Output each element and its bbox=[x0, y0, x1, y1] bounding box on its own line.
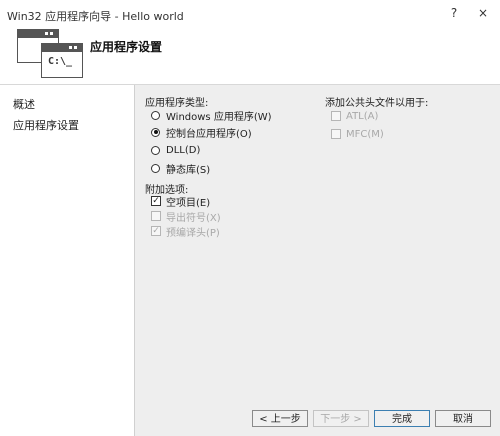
next-button[interactable]: 下一步 > bbox=[313, 410, 369, 427]
radio-circle bbox=[151, 163, 160, 173]
checkbox-export-symbols-label: 导出符号(X) bbox=[166, 212, 221, 224]
checkbox-box: ✓ bbox=[151, 196, 161, 206]
checkbox-box bbox=[331, 111, 341, 121]
radio-circle-selected bbox=[151, 127, 160, 137]
radio-dll-label: DLL(D) bbox=[166, 144, 201, 156]
radio-static-lib[interactable]: 静态库(S) bbox=[151, 161, 211, 176]
checkbox-mfc-label: MFC(M) bbox=[346, 128, 384, 140]
radio-circle bbox=[151, 110, 160, 120]
nav-item-app-settings[interactable]: 应用程序设置 bbox=[13, 117, 79, 133]
title-bar: Win32 应用程序向导 - Hello world ? × bbox=[0, 0, 500, 28]
wizard-header: C:\_ 应用程序设置 bbox=[0, 28, 500, 85]
checkmark-icon: ✓ bbox=[152, 196, 160, 206]
checkbox-box bbox=[151, 211, 161, 221]
wizard-nav: 概述 应用程序设置 bbox=[0, 85, 135, 436]
window-title: Win32 应用程序向导 - Hello world bbox=[7, 10, 184, 23]
radio-console-app-label: 控制台应用程序(O) bbox=[166, 128, 252, 140]
settings-panel: 应用程序类型: Windows 应用程序(W) 控制台应用程序(O) DLL(D… bbox=[135, 85, 500, 436]
console-window-icon: C:\_ bbox=[41, 43, 83, 78]
checkbox-empty-project-label: 空项目(E) bbox=[166, 197, 211, 209]
console-prompt-text: C:\_ bbox=[48, 56, 73, 67]
checkbox-atl[interactable]: ATL(A) bbox=[331, 109, 378, 123]
checkbox-precompiled-header[interactable]: ✓ 预编译头(P) bbox=[151, 224, 220, 239]
radio-static-lib-label: 静态库(S) bbox=[166, 164, 211, 176]
help-button[interactable]: ? bbox=[447, 6, 461, 20]
radio-dll[interactable]: DLL(D) bbox=[151, 143, 200, 157]
checkbox-box bbox=[331, 129, 341, 139]
cancel-button[interactable]: 取消 bbox=[435, 410, 491, 427]
radio-windows-app[interactable]: Windows 应用程序(W) bbox=[151, 108, 272, 123]
common-headers-label: 添加公共头文件以用于: bbox=[325, 98, 429, 109]
page-title: 应用程序设置 bbox=[90, 40, 163, 54]
checkbox-mfc[interactable]: MFC(M) bbox=[331, 127, 384, 141]
checkmark-icon: ✓ bbox=[152, 226, 160, 236]
nav-item-overview[interactable]: 概述 bbox=[13, 96, 35, 112]
radio-windows-app-label: Windows 应用程序(W) bbox=[166, 111, 272, 123]
close-button[interactable]: × bbox=[476, 6, 490, 20]
checkbox-empty-project[interactable]: ✓ 空项目(E) bbox=[151, 194, 211, 209]
finish-button[interactable]: 完成 bbox=[374, 410, 430, 427]
checkbox-atl-label: ATL(A) bbox=[346, 110, 379, 122]
checkbox-export-symbols[interactable]: 导出符号(X) bbox=[151, 209, 221, 224]
radio-circle bbox=[151, 145, 160, 155]
checkbox-box: ✓ bbox=[151, 226, 161, 236]
checkbox-precompiled-header-label: 预编译头(P) bbox=[166, 227, 220, 239]
prev-button[interactable]: < 上一步 bbox=[252, 410, 308, 427]
radio-console-app[interactable]: 控制台应用程序(O) bbox=[151, 125, 252, 140]
